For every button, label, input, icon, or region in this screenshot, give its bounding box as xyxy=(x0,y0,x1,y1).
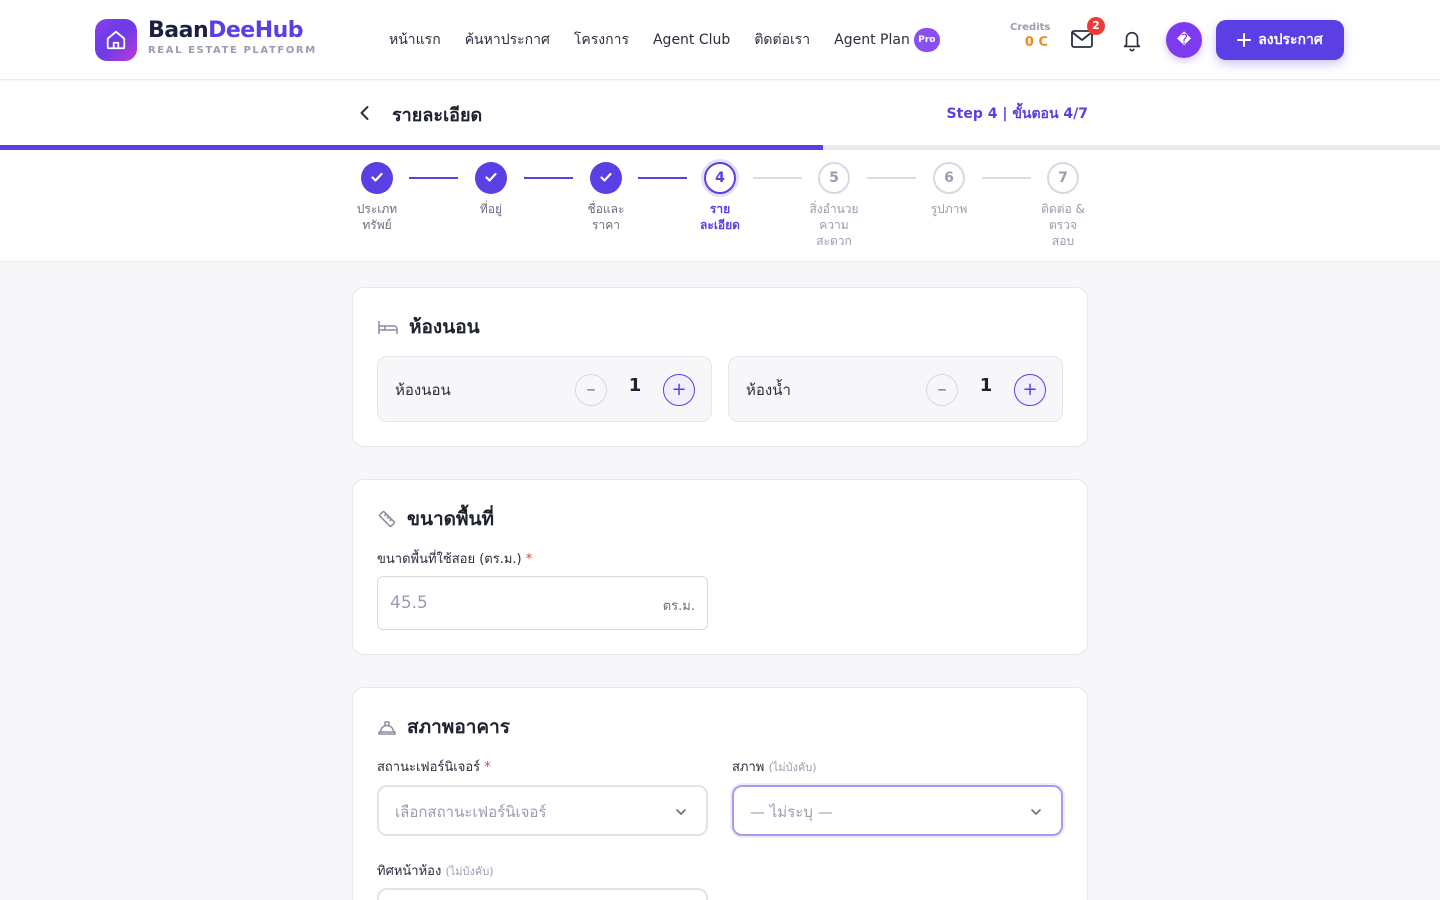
bathrooms-value: 1 xyxy=(979,375,993,396)
step-connector xyxy=(753,177,802,179)
bed-icon xyxy=(378,321,398,334)
user-avatar[interactable]: � xyxy=(1166,22,1202,58)
chevron-left-icon xyxy=(360,106,369,120)
furniture-select[interactable]: เลือกสถานะเฟอร์นิเจอร์ xyxy=(377,785,708,836)
direction-select[interactable] xyxy=(377,888,708,900)
bedroom-card: ห้องนอน ห้องนอน – 1 + ห้องน้ำ – 1 + xyxy=(352,287,1088,447)
nav-home[interactable]: หน้าแรก xyxy=(389,29,441,51)
area-card-header: ขนาดพื้นที่ xyxy=(377,504,494,534)
credits-label: Credits xyxy=(1010,22,1051,33)
credits-value: 0 C xyxy=(1024,35,1048,50)
bathrooms-counter: ห้องน้ำ – 1 + xyxy=(728,356,1063,422)
chevron-down-icon xyxy=(676,809,686,815)
ruler-icon xyxy=(378,510,396,528)
brand-tagline: REAL ESTATE PLATFORM xyxy=(148,45,317,56)
bedrooms-increment-button[interactable]: + xyxy=(663,374,695,406)
bedrooms-label: ห้องนอน xyxy=(395,381,451,399)
step-7-circle[interactable]: 7 xyxy=(1047,162,1079,194)
step-2-label: ที่อยู่ xyxy=(479,202,503,216)
step-connector xyxy=(638,177,687,179)
check-icon xyxy=(600,172,612,182)
area-card-title: ขนาดพื้นที่ xyxy=(407,508,495,530)
area-field-label: ขนาดพื้นที่ใช้สอย (ตร.ม.) * xyxy=(377,552,533,567)
plus-icon xyxy=(1237,33,1252,47)
brand-name: BaanDeeHub xyxy=(148,18,304,43)
nav-agent-plan[interactable]: Agent Plan Pro xyxy=(834,28,940,52)
bathrooms-decrement-button[interactable]: – xyxy=(926,374,958,406)
bedroom-card-title: ห้องนอน xyxy=(409,316,480,338)
bedrooms-decrement-button[interactable]: – xyxy=(575,374,607,406)
condition-field-label: สภาพ (ไม่บังคับ) xyxy=(732,760,817,775)
step-3-label: ชื่อและ ราคา xyxy=(587,202,625,232)
step-connector xyxy=(409,177,458,179)
step-2-circle[interactable] xyxy=(475,162,507,194)
area-card: ขนาดพื้นที่ ขนาดพื้นที่ใช้สอย (ตร.ม.) * … xyxy=(352,479,1088,655)
area-input[interactable] xyxy=(390,591,640,615)
stepper: ประเภท ทรัพย์ ที่อยู่ ชื่อและ ราคา 4 ราย ละ… xyxy=(0,150,1440,262)
back-button[interactable] xyxy=(355,103,375,123)
step-5-circle[interactable]: 5 xyxy=(818,162,850,194)
agent-plan-label: Agent Plan xyxy=(834,32,910,48)
check-icon xyxy=(485,172,497,182)
step-5-label: สิ่งอำนวย ความ สะดวก xyxy=(809,202,859,248)
post-listing-label: ลงประกาศ xyxy=(1258,32,1323,48)
furniture-select-placeholder: เลือกสถานะเฟอร์นิเจอร์ xyxy=(395,803,547,821)
step-6-label: รูปภาพ xyxy=(930,202,968,216)
bathrooms-label: ห้องน้ำ xyxy=(746,381,791,399)
nav-projects[interactable]: โครงการ xyxy=(574,29,629,51)
furniture-field-label: สถานะเฟอร์นิเจอร์ * xyxy=(377,760,491,775)
brand[interactable]: BaanDeeHub REAL ESTATE PLATFORM xyxy=(148,18,317,56)
notifications-button[interactable] xyxy=(1121,28,1145,54)
check-icon xyxy=(371,172,383,182)
nav-search-listings[interactable]: ค้นหาประกาศ xyxy=(465,29,550,51)
step-7-label: ติดต่อ & ตรวจ สอบ xyxy=(1041,202,1085,248)
step-1-circle[interactable] xyxy=(361,162,393,194)
logo[interactable] xyxy=(95,19,137,61)
bedroom-card-header: ห้องนอน xyxy=(377,312,480,342)
chevron-down-icon xyxy=(1031,809,1041,815)
step-3-circle[interactable] xyxy=(590,162,622,194)
page-header: รายละเอียด Step 4 | ขั้นตอน 4/7 xyxy=(0,81,1440,145)
building-card: สภาพอาคาร สถานะเฟอร์นิเจอร์ * เลือกสถานะ… xyxy=(352,687,1088,900)
step-connector xyxy=(867,177,916,179)
bedrooms-value: 1 xyxy=(628,375,642,396)
step-4-label: ราย ละเอียด xyxy=(700,202,740,232)
bedrooms-counter: ห้องนอน – 1 + xyxy=(377,356,712,422)
home-icon xyxy=(106,30,126,50)
bell-icon xyxy=(1123,31,1141,52)
page-title: รายละเอียด xyxy=(392,105,483,126)
area-unit: ตร.ม. xyxy=(662,599,695,614)
pro-badge: Pro xyxy=(913,28,940,52)
credits[interactable]: Credits 0 C xyxy=(1010,22,1051,50)
post-listing-button[interactable]: ลงประกาศ xyxy=(1216,20,1344,60)
building-card-header: สภาพอาคาร xyxy=(377,712,510,742)
building-card-title: สภาพอาคาร xyxy=(407,716,510,738)
area-input-wrapper: ตร.ม. xyxy=(377,576,708,630)
helmet-icon xyxy=(378,721,396,735)
step-1-label: ประเภท ทรัพย์ xyxy=(356,202,398,232)
step-4-circle[interactable]: 4 xyxy=(704,162,736,194)
nav-agent-club[interactable]: Agent Club xyxy=(653,32,730,48)
bathrooms-increment-button[interactable]: + xyxy=(1014,374,1046,406)
condition-select-value: — ไม่ระบุ — xyxy=(750,803,833,821)
step-connector xyxy=(524,177,573,179)
main-nav: หน้าแรก ค้นหาประกาศ โครงการ Agent Club ต… xyxy=(389,0,940,80)
step-connector xyxy=(982,177,1031,179)
top-navbar: BaanDeeHub REAL ESTATE PLATFORM หน้าแรก … xyxy=(0,0,1440,80)
step-6-circle[interactable]: 6 xyxy=(933,162,965,194)
condition-select[interactable]: — ไม่ระบุ — xyxy=(732,785,1063,836)
mail-count-badge: 2 xyxy=(1087,17,1105,35)
direction-field-label: ทิศหน้าห้อง (ไม่บังคับ) xyxy=(377,864,494,879)
step-indicator-text: Step 4 | ขั้นตอน 4/7 xyxy=(946,106,1088,122)
nav-contact[interactable]: ติดต่อเรา xyxy=(754,29,810,51)
